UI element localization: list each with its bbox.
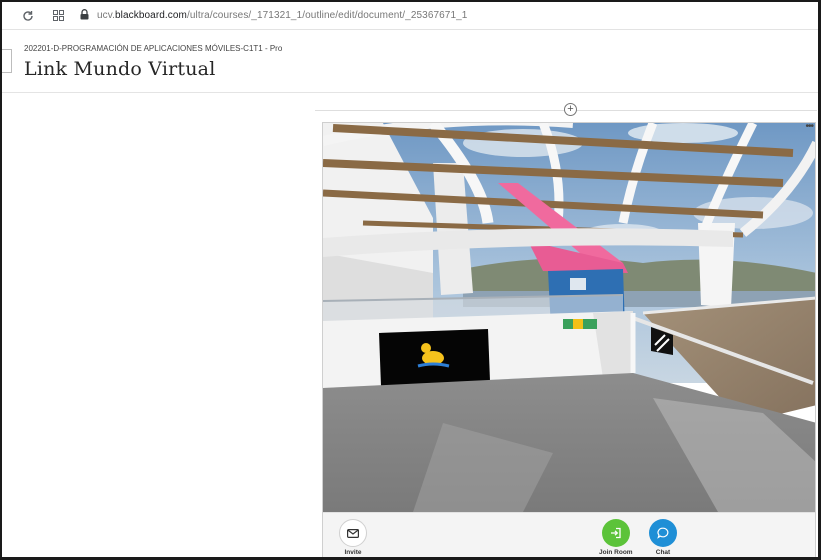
join-room-button[interactable]: Join Room <box>599 519 633 556</box>
kiosk-window <box>570 278 586 290</box>
page-header: 202201-D-PROGRAMACIÓN DE APLICACIONES MÓ… <box>2 31 818 93</box>
chat-icon <box>649 519 677 547</box>
url-field[interactable]: ucv.blackboard.com/ultra/courses/_171321… <box>97 10 467 21</box>
duck-head <box>421 343 431 353</box>
chat-button[interactable]: Chat <box>649 519 677 556</box>
url-path: /ultra/courses/_171321_1/outline/edit/do… <box>187 10 468 21</box>
more-options-icon[interactable]: ••• <box>805 123 813 132</box>
url-prefix: ucv. <box>97 10 115 21</box>
mail-icon <box>339 519 367 547</box>
url-domain: blackboard.com <box>115 10 187 21</box>
colorful-poster <box>573 319 583 329</box>
sidebar-toggle-tab[interactable] <box>2 49 12 73</box>
join-room-icon <box>601 519 630 547</box>
add-content-icon[interactable]: + <box>564 103 577 116</box>
apps-icon[interactable] <box>48 6 68 26</box>
embedded-virtual-world[interactable]: ••• Invite Join Room Chat <box>322 122 816 559</box>
browser-address-bar: ucv.blackboard.com/ultra/courses/_171321… <box>2 2 818 30</box>
chat-label: Chat <box>655 549 671 556</box>
invite-label: Invite <box>344 549 362 556</box>
room-toolbar: Invite Join Room Chat <box>323 512 815 558</box>
page-title: Link Mundo Virtual <box>24 58 216 80</box>
course-name: 202201-D-PROGRAMACIÓN DE APLICACIONES MÓ… <box>24 44 283 53</box>
invite-button[interactable]: Invite <box>339 519 367 556</box>
reload-icon[interactable] <box>18 6 38 26</box>
join-room-label: Join Room <box>599 549 633 556</box>
lock-icon <box>80 7 89 25</box>
virtual-world-view[interactable] <box>323 123 816 512</box>
